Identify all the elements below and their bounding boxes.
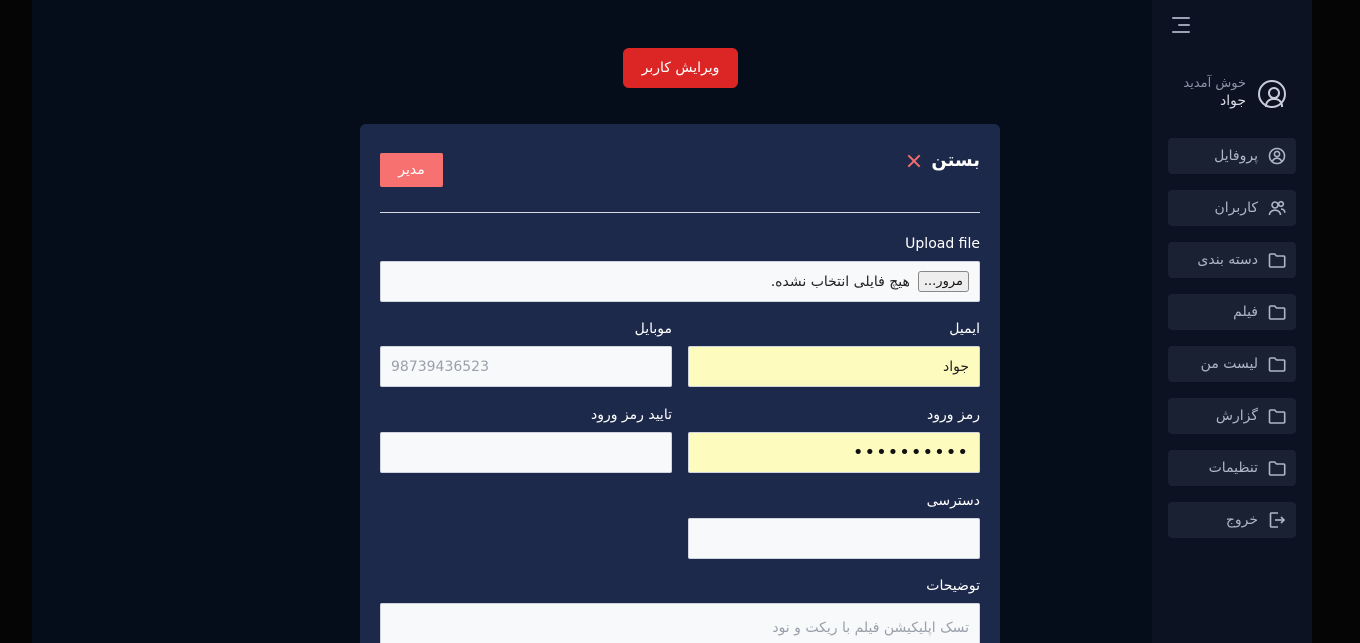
sidebar-item-logout[interactable]: خروج — [1168, 502, 1296, 538]
folder-icon — [1268, 303, 1286, 321]
folder-icon — [1268, 251, 1286, 269]
close-label: بستن — [931, 150, 980, 171]
hamburger-menu-icon[interactable] — [1172, 16, 1190, 34]
right-edge — [1312, 0, 1360, 643]
email-field[interactable]: جواد — [688, 346, 980, 387]
password-field[interactable]: •••••••••• — [688, 432, 980, 473]
mobile-placeholder: 98739436523 — [391, 358, 489, 375]
file-upload-field[interactable]: مرور... هیچ فایلی انتخاب نشده. — [380, 261, 980, 302]
sidebar-item-categories[interactable]: دسته بندی — [1168, 242, 1296, 278]
sidebar-item-label: فیلم — [1233, 304, 1258, 320]
sidebar-item-profile[interactable]: پروفایل — [1168, 138, 1296, 174]
modal-divider — [380, 212, 980, 213]
role-badge[interactable]: مدیر — [380, 153, 443, 187]
sidebar-item-label: دسته بندی — [1197, 252, 1258, 268]
sidebar-item-film[interactable]: فیلم — [1168, 294, 1296, 330]
folder-icon — [1268, 407, 1286, 425]
sidebar-item-report[interactable]: گزارش — [1168, 398, 1296, 434]
sidebar-item-users[interactable]: کاربران — [1168, 190, 1296, 226]
description-label: توضیحات — [926, 578, 980, 594]
no-file-text: هیچ فایلی انتخاب نشده. — [770, 273, 910, 290]
sidebar-item-settings[interactable]: تنظیمات — [1168, 450, 1296, 486]
sidebar-item-label: گزارش — [1215, 408, 1258, 424]
email-value: جواد — [942, 358, 969, 375]
description-placeholder: تسک اپلیکیشن فیلم با ریکت و نود — [772, 620, 969, 636]
welcome-block: خوش آمدید جواد — [1176, 76, 1246, 109]
profile-icon — [1268, 147, 1286, 165]
browse-button[interactable]: مرور... — [917, 271, 969, 292]
sidebar-item-label: تنظیمات — [1208, 460, 1258, 476]
description-textarea[interactable]: تسک اپلیکیشن فیلم با ریکت و نود — [380, 603, 980, 643]
welcome-text: خوش آمدید — [1183, 76, 1246, 91]
upload-label: Upload file — [905, 236, 980, 252]
password-value: •••••••••• — [852, 442, 969, 463]
folder-icon — [1268, 355, 1286, 373]
mobile-label: موبایل — [634, 321, 672, 337]
sidebar-item-label: پروفایل — [1214, 148, 1258, 164]
access-label: دسترسی — [926, 493, 980, 509]
sidebar-item-label: کاربران — [1214, 200, 1258, 216]
edit-user-button[interactable]: ویرایش کاربر — [623, 48, 738, 88]
access-select[interactable] — [688, 518, 980, 559]
close-button[interactable]: بستن — [907, 150, 980, 171]
password-label: رمز ورود — [927, 407, 980, 423]
user-avatar-icon — [1258, 80, 1286, 108]
sidebar-item-label: خروج — [1225, 512, 1258, 528]
confirm-password-label: تایید رمز ورود — [590, 407, 672, 423]
sidebar-item-my-list[interactable]: لیست من — [1168, 346, 1296, 382]
email-label: ایمیل — [949, 321, 980, 337]
folder-icon — [1268, 459, 1286, 477]
sidebar-item-label: لیست من — [1200, 356, 1258, 372]
user-name: جواد — [1219, 93, 1246, 109]
logout-icon — [1268, 511, 1286, 529]
close-icon[interactable] — [907, 154, 921, 168]
edit-user-modal: بستن مدیر Upload file مرور... هیچ فایلی … — [360, 124, 1000, 643]
mobile-field[interactable]: 98739436523 — [380, 346, 672, 387]
confirm-password-field[interactable] — [380, 432, 672, 473]
users-icon — [1268, 199, 1286, 217]
